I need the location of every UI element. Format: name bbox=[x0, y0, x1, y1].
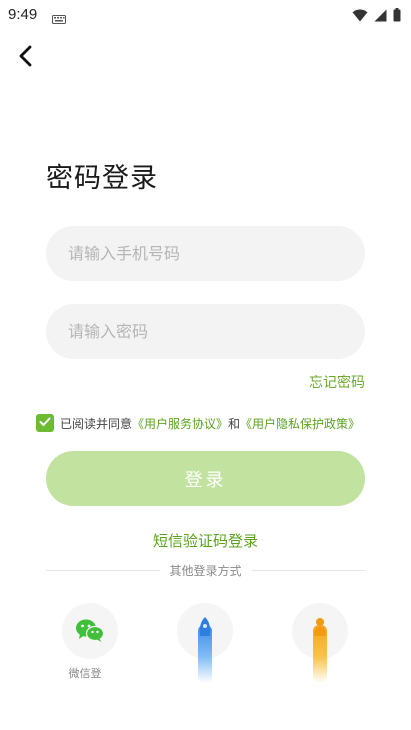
login-button[interactable]: 登录 bbox=[46, 451, 365, 506]
agreement-row: 已阅读并同意 《用户服务协议》 和 《用户隐私保护政策》 bbox=[36, 414, 360, 432]
wechat-login-label: 微信登 bbox=[68, 667, 102, 680]
cellular-signal-icon bbox=[374, 7, 387, 26]
page-title: 密码登录 bbox=[46, 163, 158, 194]
checkmark-icon bbox=[39, 416, 51, 430]
chevron-left-icon bbox=[18, 45, 34, 71]
wechat-login-button[interactable] bbox=[62, 603, 118, 659]
password-input[interactable] bbox=[46, 304, 365, 359]
service-agreement-link[interactable]: 《用户服务协议》 bbox=[132, 415, 228, 432]
wechat-icon bbox=[75, 618, 105, 648]
wifi-icon bbox=[352, 7, 368, 26]
agreement-prefix: 已阅读并同意 bbox=[60, 416, 133, 431]
forgot-password-link[interactable]: 忘记密码 bbox=[309, 372, 365, 392]
agreement-conjunction: 和 bbox=[228, 416, 241, 431]
status-indicators bbox=[352, 7, 401, 26]
phone-input[interactable] bbox=[46, 226, 365, 281]
keyboard-icon bbox=[52, 9, 66, 28]
agreement-checkbox[interactable] bbox=[36, 414, 54, 432]
divider-line bbox=[46, 569, 160, 571]
privacy-policy-link[interactable]: 《用户隐私保护政策》 bbox=[240, 415, 360, 432]
other-methods-divider: 其他登录方式 bbox=[46, 561, 366, 579]
back-button[interactable] bbox=[10, 42, 42, 74]
orange-rocket-login-button[interactable] bbox=[292, 603, 348, 683]
divider-line bbox=[251, 569, 366, 571]
status-bar: 9:49 bbox=[0, 0, 411, 30]
battery-icon bbox=[393, 7, 401, 26]
blue-rocket-login-button[interactable] bbox=[177, 603, 233, 683]
status-time: 9:49 bbox=[8, 6, 38, 23]
other-methods-heading: 其他登录方式 bbox=[169, 563, 242, 578]
sms-login-link[interactable]: 短信验证码登录 bbox=[0, 530, 411, 551]
